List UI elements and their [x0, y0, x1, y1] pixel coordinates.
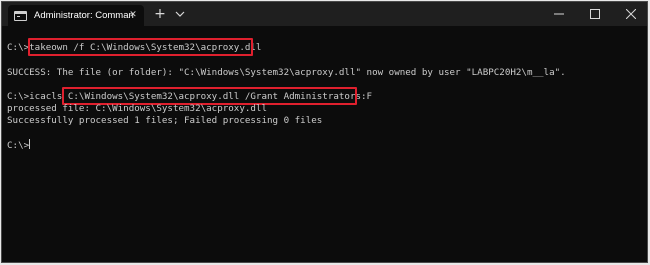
tab-command-prompt[interactable]: Administrator: Command Promp ✕ [8, 5, 144, 26]
terminal-output[interactable]: C:\>takeown /f C:\Windows\System32\acpro… [2, 26, 647, 262]
tab-close-icon[interactable]: ✕ [126, 8, 140, 22]
new-tab-button[interactable]: + [152, 6, 168, 22]
terminal-icon [14, 10, 27, 21]
close-window-button[interactable] [613, 2, 647, 26]
terminal-line-processed: processed file: C:\Windows\System32\acpr… [7, 103, 267, 114]
scrollbar[interactable] [641, 26, 647, 262]
close-icon [626, 9, 636, 19]
prompt: C:\> [7, 42, 30, 53]
dropdown-chevron-down-icon[interactable] [172, 6, 188, 22]
text-cursor [29, 139, 31, 149]
maximize-button[interactable] [577, 2, 613, 26]
prompt: C:\> [7, 140, 30, 151]
terminal-line-success: SUCCESS: The file (or folder): "C:\Windo… [7, 67, 566, 78]
terminal-line-summary: Successfully processed 1 files; Failed p… [7, 115, 323, 126]
prompt: C:\>icacls [7, 91, 68, 102]
terminal-line-prompt: C:\> [7, 139, 31, 151]
tab-title: Administrator: Command Promp [34, 10, 134, 21]
title-bar[interactable]: Administrator: Command Promp ✕ + [2, 2, 647, 26]
maximize-icon [590, 9, 600, 19]
minimize-icon [554, 13, 564, 15]
terminal-window: Administrator: Command Promp ✕ + [1, 1, 648, 263]
minimize-button[interactable] [541, 2, 577, 26]
highlight-box-takeown [28, 38, 253, 56]
